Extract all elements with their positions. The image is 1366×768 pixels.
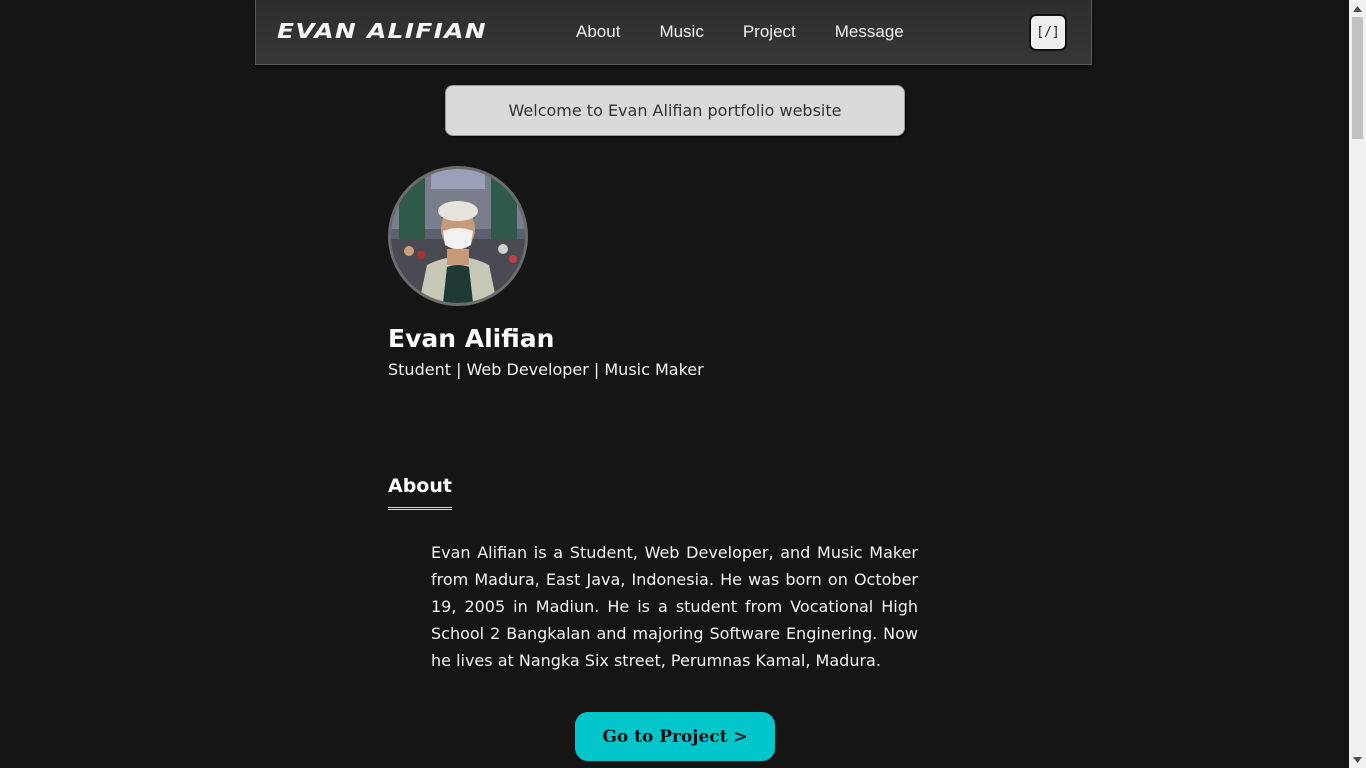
brand-logo[interactable]: EVAN ALIFIAN (277, 19, 487, 43)
nav-link-project[interactable]: Project (743, 22, 796, 42)
scrollbar-thumb[interactable] (1352, 17, 1363, 139)
profile-name: Evan Alifian (388, 324, 555, 353)
nav-link-message[interactable]: Message (835, 22, 904, 42)
code-toggle-button[interactable]: [/] (1029, 14, 1067, 51)
profile-tagline: Student | Web Developer | Music Maker (388, 360, 704, 379)
profile-avatar (388, 166, 528, 306)
about-text: Evan Alifian is a Student, Web Developer… (431, 543, 918, 670)
nav-link-about[interactable]: About (576, 22, 620, 42)
welcome-banner: Welcome to Evan Alifian portfolio websit… (445, 85, 905, 136)
page: EVAN ALIFIAN About Music Project Message… (0, 0, 1366, 768)
scroll-down-icon[interactable] (1349, 751, 1366, 768)
vertical-scrollbar[interactable] (1349, 0, 1366, 768)
avatar-photo (391, 169, 525, 303)
scroll-up-icon[interactable] (1349, 0, 1366, 17)
go-to-project-button[interactable]: Go to Project > (575, 712, 775, 761)
nav-link-music[interactable]: Music (659, 22, 703, 42)
navbar: EVAN ALIFIAN About Music Project Message… (255, 0, 1092, 65)
nav-links: About Music Project Message (576, 22, 943, 42)
about-heading: About (388, 475, 452, 510)
